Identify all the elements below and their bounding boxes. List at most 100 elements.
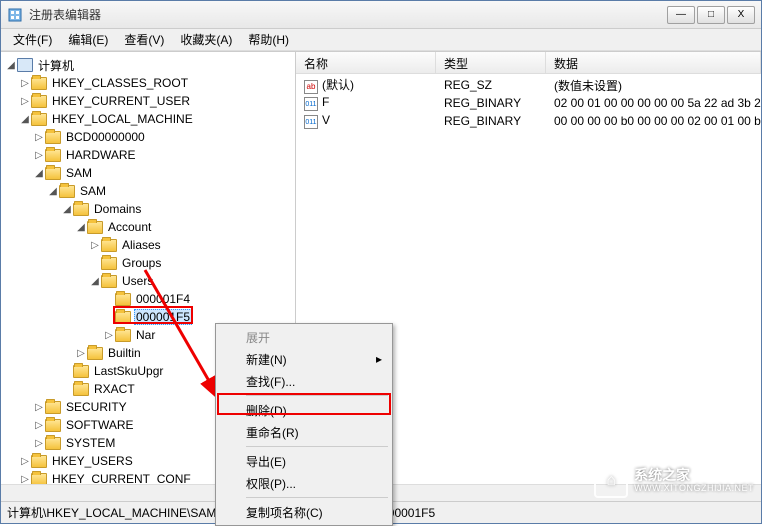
folder-icon bbox=[31, 95, 47, 108]
folder-icon bbox=[73, 203, 89, 216]
ctx-label: 查找(F)... bbox=[246, 373, 295, 390]
ctx-label: 重命名(R) bbox=[246, 424, 299, 441]
tree-groups[interactable]: Groups bbox=[1, 254, 295, 272]
tree-users[interactable]: ◢Users bbox=[1, 272, 295, 290]
folder-icon bbox=[101, 239, 117, 252]
ctx-expand[interactable]: 展开 bbox=[218, 326, 390, 348]
menu-edit[interactable]: 编辑(E) bbox=[60, 29, 116, 50]
col-type[interactable]: 类型 bbox=[436, 52, 546, 73]
list-row[interactable]: 011V REG_BINARY 00 00 00 00 b0 00 00 00 … bbox=[296, 112, 761, 130]
tree-label: Builtin bbox=[106, 346, 143, 360]
expander-icon[interactable]: ▷ bbox=[19, 96, 31, 107]
tree-label: 计算机 bbox=[36, 57, 76, 74]
list-header: 名称 类型 数据 bbox=[296, 52, 761, 74]
expander-icon[interactable]: ◢ bbox=[89, 276, 101, 287]
binary-icon: 011 bbox=[304, 115, 318, 129]
ctx-find[interactable]: 查找(F)... bbox=[218, 370, 390, 392]
folder-icon bbox=[73, 365, 89, 378]
separator bbox=[246, 497, 388, 498]
expander-icon[interactable]: ▷ bbox=[33, 402, 45, 413]
tree-label: HKEY_LOCAL_MACHINE bbox=[50, 112, 195, 126]
watermark-url: WWW.XITONGZHIJIA.NET bbox=[634, 484, 754, 494]
tree-bcd[interactable]: ▷BCD00000000 bbox=[1, 128, 295, 146]
tree-hardware[interactable]: ▷ HARDWARE bbox=[1, 146, 295, 164]
context-menu: 展开 新建(N)▸ 查找(F)... 删除(D) 重命名(R) 导出(E) 权限… bbox=[215, 323, 393, 526]
expander-icon[interactable]: ▷ bbox=[33, 150, 45, 161]
expander-icon[interactable]: ▷ bbox=[33, 132, 45, 143]
tree-label: RXACT bbox=[92, 382, 137, 396]
tree-label: 000001F4 bbox=[134, 292, 192, 306]
expander-icon[interactable]: ▷ bbox=[33, 420, 45, 431]
expander-icon[interactable]: ▷ bbox=[19, 456, 31, 467]
list-row[interactable]: 011F REG_BINARY 02 00 01 00 00 00 00 00 … bbox=[296, 94, 761, 112]
string-icon: ab bbox=[304, 80, 318, 94]
menu-help[interactable]: 帮助(H) bbox=[240, 29, 297, 50]
tree-label: HKEY_CURRENT_USER bbox=[50, 94, 192, 108]
tree-hkcu[interactable]: ▷ HKEY_CURRENT_USER bbox=[1, 92, 295, 110]
folder-icon bbox=[31, 113, 47, 126]
ctx-label: 新建(N) bbox=[246, 351, 287, 368]
ctx-label: 导出(E) bbox=[246, 453, 286, 470]
expander-icon[interactable]: ▷ bbox=[89, 240, 101, 251]
list-row[interactable]: ab(默认) REG_SZ (数值未设置) bbox=[296, 76, 761, 94]
expander-icon[interactable]: ◢ bbox=[61, 204, 73, 215]
value-type: REG_BINARY bbox=[436, 113, 546, 129]
maximize-button[interactable]: □ bbox=[697, 6, 725, 24]
tree-account[interactable]: ◢Account bbox=[1, 218, 295, 236]
ctx-permissions[interactable]: 权限(P)... bbox=[218, 472, 390, 494]
expander-icon[interactable]: ◢ bbox=[5, 60, 17, 71]
folder-icon bbox=[31, 77, 47, 90]
tree-root[interactable]: ◢ 计算机 bbox=[1, 56, 295, 74]
menu-file[interactable]: 文件(F) bbox=[5, 29, 60, 50]
expander-icon[interactable]: ◢ bbox=[47, 186, 59, 197]
expander-icon[interactable]: ◢ bbox=[33, 168, 45, 179]
tree-sam[interactable]: ◢ SAM bbox=[1, 164, 295, 182]
tree-label: Domains bbox=[92, 202, 143, 216]
folder-icon bbox=[101, 275, 117, 288]
folder-icon bbox=[73, 383, 89, 396]
tree-label: SOFTWARE bbox=[64, 418, 136, 432]
tree-hklm[interactable]: ◢ HKEY_LOCAL_MACHINE bbox=[1, 110, 295, 128]
folder-icon bbox=[101, 257, 117, 270]
value-name: F bbox=[322, 95, 329, 109]
expander-icon[interactable]: ▷ bbox=[33, 438, 45, 449]
ctx-new[interactable]: 新建(N)▸ bbox=[218, 348, 390, 370]
value-type: REG_BINARY bbox=[436, 95, 546, 111]
col-data[interactable]: 数据 bbox=[546, 52, 761, 73]
expander-icon[interactable]: ▷ bbox=[103, 330, 115, 341]
expander-icon[interactable]: ◢ bbox=[19, 114, 31, 125]
tree-aliases[interactable]: ▷Aliases bbox=[1, 236, 295, 254]
expander-icon[interactable]: ▷ bbox=[19, 78, 31, 89]
minimize-button[interactable]: — bbox=[667, 6, 695, 24]
col-name[interactable]: 名称 bbox=[296, 52, 436, 73]
tree-user1[interactable]: 000001F4 bbox=[1, 290, 295, 308]
ctx-rename[interactable]: 重命名(R) bbox=[218, 421, 390, 443]
tree-label: HARDWARE bbox=[64, 148, 138, 162]
tree-hkcr[interactable]: ▷ HKEY_CLASSES_ROOT bbox=[1, 74, 295, 92]
folder-icon bbox=[115, 293, 131, 306]
value-type: REG_SZ bbox=[436, 77, 546, 93]
menubar: 文件(F) 编辑(E) 查看(V) 收藏夹(A) 帮助(H) bbox=[1, 29, 761, 51]
value-data: (数值未设置) bbox=[546, 76, 761, 95]
folder-icon bbox=[45, 401, 61, 414]
ctx-delete[interactable]: 删除(D) bbox=[218, 399, 390, 421]
tree-label: HKEY_CLASSES_ROOT bbox=[50, 76, 190, 90]
menu-view[interactable]: 查看(V) bbox=[116, 29, 172, 50]
watermark: ⌂ 系统之家 WWW.XITONGZHIJIA.NET bbox=[594, 464, 754, 498]
menu-favorites[interactable]: 收藏夹(A) bbox=[172, 29, 240, 50]
tree-label: SAM bbox=[78, 184, 108, 198]
expander-icon[interactable]: ▷ bbox=[19, 474, 31, 485]
expander-icon[interactable]: ◢ bbox=[75, 222, 87, 233]
computer-icon bbox=[17, 58, 33, 72]
value-data: 02 00 01 00 00 00 00 00 5a 22 ad 3b 26 6… bbox=[546, 95, 761, 111]
tree-label: SYSTEM bbox=[64, 436, 117, 450]
expander-icon[interactable]: ▷ bbox=[75, 348, 87, 359]
tree-sam2[interactable]: ◢ SAM bbox=[1, 182, 295, 200]
ctx-copyname[interactable]: 复制项名称(C) bbox=[218, 501, 390, 523]
tree-label: SAM bbox=[64, 166, 94, 180]
ctx-export[interactable]: 导出(E) bbox=[218, 450, 390, 472]
tree-domains[interactable]: ◢ Domains bbox=[1, 200, 295, 218]
close-button[interactable]: X bbox=[727, 6, 755, 24]
separator bbox=[246, 446, 388, 447]
value-name: V bbox=[322, 113, 330, 127]
